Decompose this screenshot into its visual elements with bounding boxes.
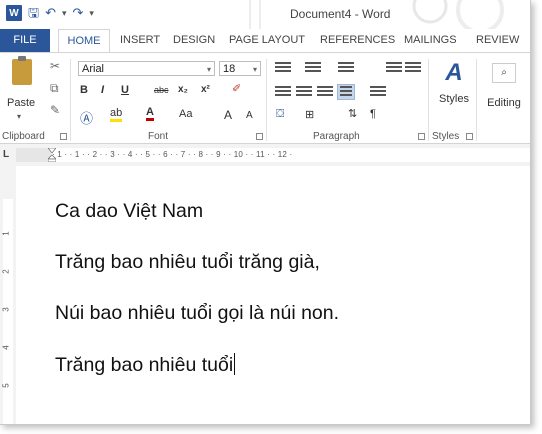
tab-design[interactable]: DESIGN (173, 29, 215, 52)
window-title: Document4 - Word (290, 7, 391, 21)
font-size-value: 18 (223, 63, 236, 75)
styles-label: Styles (439, 93, 469, 105)
vertical-ruler-number: 4 (1, 345, 11, 350)
clipboard-launcher-icon[interactable] (60, 133, 67, 140)
clear-formatting-icon[interactable]: ✐ (232, 82, 241, 95)
tab-selector[interactable]: L (3, 149, 9, 160)
group-divider (476, 59, 477, 141)
format-painter-icon[interactable]: ✎ (50, 103, 60, 117)
group-divider (70, 59, 71, 141)
tab-page-layout[interactable]: PAGE LAYOUT (229, 29, 305, 52)
document-page[interactable]: Ca dao Việt Nam Trăng bao nhiêu tuổi tră… (16, 166, 530, 424)
styles-group-label: Styles (432, 131, 460, 142)
editing-label: Editing (487, 97, 521, 109)
numbering-icon[interactable] (305, 62, 321, 74)
grow-font-button[interactable]: A (224, 108, 232, 122)
superscript-button[interactable]: x² (201, 84, 210, 95)
document-line[interactable]: Ca dao Việt Nam (55, 200, 203, 223)
styles-icon: A (445, 59, 463, 86)
word-logo-icon[interactable]: W (6, 5, 22, 21)
italic-button[interactable]: I (101, 84, 104, 96)
find-icon: ⌕ (492, 63, 516, 83)
chevron-down-icon[interactable]: ▾ (207, 62, 211, 77)
horizontal-ruler[interactable]: · 1 · · 1 · · 2 · · 3 · · 4 · · 5 · · 6 … (16, 148, 530, 162)
font-launcher-icon[interactable] (256, 133, 263, 140)
paste-button[interactable]: Paste ▾ (4, 56, 40, 127)
font-name-box[interactable]: Arial ▾ (78, 61, 215, 76)
change-case-button[interactable]: Aa (179, 108, 192, 120)
title-bar: W 🖫 ↶ ▾ ↷ ▾ Document4 - Word (0, 0, 530, 29)
line-spacing-icon[interactable] (370, 86, 386, 98)
ribbon-home: Paste ▾ ✂ ⧉ ✎ Clipboard Arial ▾ 18 ▾ B I… (0, 52, 530, 144)
align-center-icon[interactable] (296, 86, 312, 98)
tab-insert[interactable]: INSERT (120, 29, 160, 52)
vertical-ruler-number: 5 (1, 383, 11, 388)
bullets-icon[interactable] (275, 62, 291, 74)
tab-home[interactable]: HOME (58, 29, 110, 52)
text-cursor (234, 353, 236, 375)
paste-label: Paste (7, 97, 36, 109)
copy-icon[interactable]: ⧉ (50, 81, 59, 96)
vertical-ruler-number: 3 (1, 307, 11, 312)
show-marks-button[interactable]: ¶ (370, 108, 376, 120)
shading-icon[interactable]: ⛋ (276, 108, 284, 121)
borders-icon[interactable]: ⊞ (305, 108, 314, 121)
document-line-text: Trăng bao nhiêu tuổi (55, 354, 234, 376)
vertical-ruler-number: 1 (1, 231, 11, 236)
font-group-label: Font (148, 131, 169, 142)
shrink-font-button[interactable]: A (246, 110, 253, 121)
highlight-icon[interactable]: ab (110, 107, 123, 122)
styles-button[interactable]: A Styles (434, 59, 474, 129)
styles-launcher-icon[interactable] (466, 133, 473, 140)
word-window: W 🖫 ↶ ▾ ↷ ▾ Document4 - Word FILE HOME I… (0, 0, 531, 425)
align-left-icon[interactable] (275, 86, 291, 98)
ruler-margin (16, 148, 51, 162)
tab-review[interactable]: REVIEW (476, 29, 519, 52)
group-divider (266, 59, 267, 141)
decrease-indent-icon[interactable] (386, 62, 402, 74)
clipboard-icon (12, 56, 32, 85)
subscript-button[interactable]: x₂ (178, 84, 188, 95)
paragraph-launcher-icon[interactable] (418, 133, 425, 140)
editing-button[interactable]: ⌕ Editing (481, 59, 527, 129)
paragraph-group-label: Paragraph (313, 131, 360, 142)
vertical-ruler-track: 1 2 3 4 5 (1, 199, 13, 424)
tab-file[interactable]: FILE (0, 29, 50, 52)
justify-icon[interactable] (337, 84, 355, 100)
group-divider (428, 59, 429, 141)
underline-button[interactable]: U (121, 84, 129, 96)
chevron-down-icon[interactable]: ▾ (253, 62, 257, 77)
chevron-down-icon: ▾ (17, 112, 22, 121)
multilevel-list-icon[interactable] (338, 62, 354, 74)
undo-dropdown-icon[interactable]: ▾ (62, 8, 67, 19)
document-line-current[interactable]: Trăng bao nhiêu tuổi (55, 353, 236, 377)
ruler-ticks: · 1 · · 1 · · 2 · · 3 · · 4 · · 5 · · 6 … (52, 150, 293, 159)
strikethrough-button[interactable]: abc (154, 85, 169, 95)
sort-icon[interactable]: ⇅ (348, 107, 357, 120)
tab-mailings[interactable]: MAILINGS (404, 29, 457, 52)
vertical-ruler[interactable]: 1 2 3 4 5 (0, 166, 16, 424)
document-line[interactable]: Núi bao nhiêu tuổi gọi là núi non. (55, 302, 339, 325)
ribbon-tabs: FILE HOME INSERT DESIGN PAGE LAYOUT REFE… (0, 29, 530, 52)
font-color-icon[interactable]: A (146, 106, 154, 121)
customize-qat-icon[interactable]: ▾ (89, 8, 94, 19)
horizontal-ruler-area: L · 1 · · 1 · · 2 · · 3 · · 4 · · 5 · · … (0, 144, 530, 166)
clipboard-group-label: Clipboard (2, 131, 45, 142)
quick-access-toolbar: W 🖫 ↶ ▾ ↷ ▾ (6, 5, 94, 21)
vertical-ruler-number: 2 (1, 269, 11, 274)
cut-icon[interactable]: ✂ (50, 59, 60, 73)
save-icon[interactable]: 🖫 (28, 5, 39, 21)
font-name-value: Arial (82, 63, 105, 75)
redo-icon[interactable]: ↷ (73, 5, 84, 21)
text-effects-icon[interactable]: Ⓐ (80, 108, 93, 127)
increase-indent-icon[interactable] (405, 62, 421, 74)
tab-references[interactable]: REFERENCES (320, 29, 395, 52)
font-size-box[interactable]: 18 ▾ (219, 61, 261, 76)
undo-icon[interactable]: ↶ (45, 5, 56, 21)
bold-button[interactable]: B (80, 84, 88, 96)
align-right-icon[interactable] (317, 86, 333, 98)
document-line[interactable]: Trăng bao nhiêu tuổi trăng già, (55, 251, 320, 274)
